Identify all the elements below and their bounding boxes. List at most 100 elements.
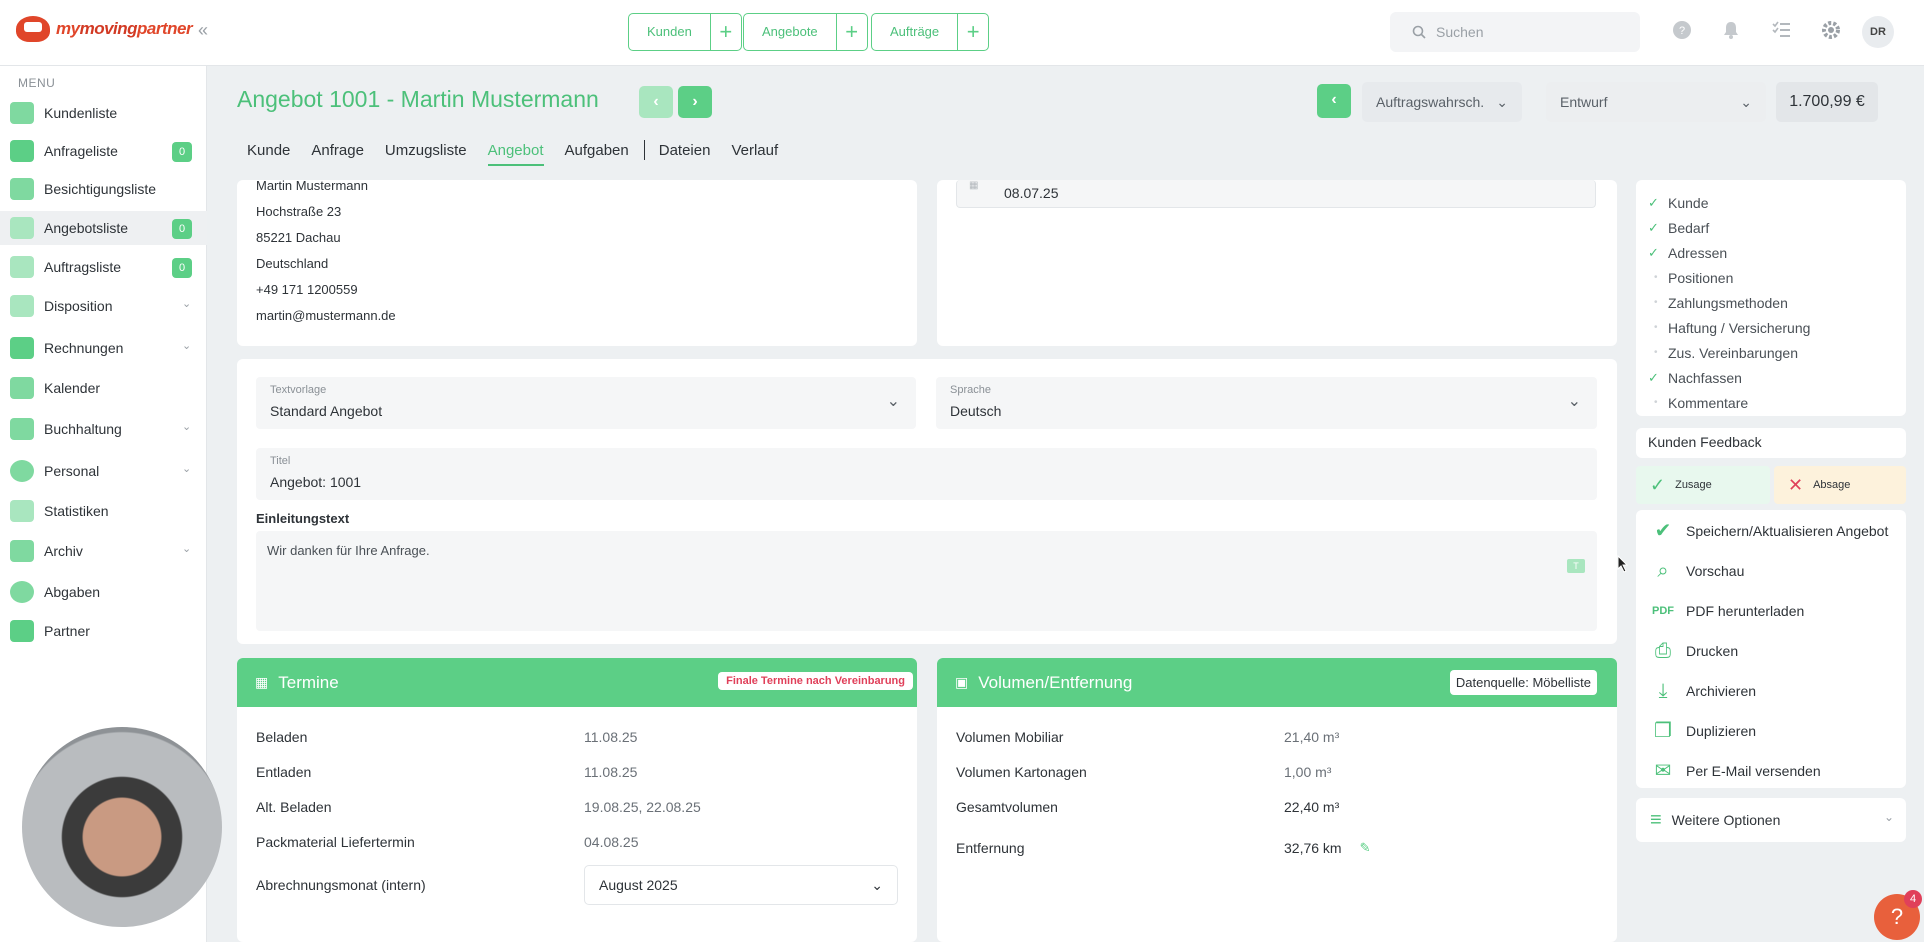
logo-mark-icon <box>16 16 50 42</box>
chevron-down-icon: ⌄ <box>1740 93 1752 110</box>
sidebar-item-personal[interactable]: Personal ⌄ <box>0 454 207 488</box>
dot-icon: • <box>1654 397 1658 408</box>
tab-verlauf[interactable]: Verlauf <box>731 140 778 166</box>
archive-button[interactable]: ⤓ Archivieren <box>1636 671 1906 711</box>
edit-pencil-icon[interactable]: ✎ <box>1360 840 1371 856</box>
checklist-item[interactable]: ✓ Kunde <box>1648 190 1906 215</box>
gear-icon[interactable] <box>1819 20 1843 44</box>
tasks-icon[interactable] <box>1769 20 1793 44</box>
volume-row: Gesamtvolumen 22,40 m³ <box>956 798 1340 815</box>
checklist-item[interactable]: ✓ Adressen <box>1648 240 1906 265</box>
data-source-button[interactable]: Datenquelle: Möbelliste <box>1449 670 1597 695</box>
tab-umzugsliste[interactable]: Umzugsliste <box>385 140 467 166</box>
reject-button[interactable]: ✕ Absage <box>1774 466 1906 504</box>
sidebar-item-angebotsliste[interactable]: Angebotsliste 0 <box>0 211 207 245</box>
probability-select[interactable]: Auftragswahrsch. ⌄ <box>1362 82 1522 122</box>
check-icon: ✓ <box>1650 474 1666 495</box>
sidebar-item-abgaben[interactable]: Abgaben <box>0 575 207 609</box>
next-button[interactable]: › <box>678 86 712 118</box>
nav-angebote-button[interactable]: Angebote <box>744 14 837 50</box>
nav-group-angebote: Angebote + <box>743 13 868 51</box>
checklist-item[interactable]: • Positionen <box>1648 265 1906 290</box>
nav-kunden-button[interactable]: Kunden <box>629 14 711 50</box>
accept-button[interactable]: ✓ Zusage <box>1636 466 1770 504</box>
checklist-item[interactable]: • Zahlungsmethoden <box>1648 290 1906 315</box>
customer-name: Martin Mustermann <box>256 180 368 193</box>
document-icon <box>10 217 34 239</box>
sidebar-item-auftragsliste[interactable]: Auftragsliste 0 <box>0 250 207 284</box>
brand-logo[interactable]: mymovingpartner <box>16 16 193 42</box>
intro-textarea[interactable]: Wir danken für Ihre Anfrage. T <box>256 531 1597 631</box>
add-auftrag-icon[interactable]: + <box>958 14 988 50</box>
sidebar-item-partner[interactable]: Partner <box>0 614 207 648</box>
calendar-icon <box>10 377 34 399</box>
bell-icon[interactable] <box>1719 20 1743 44</box>
billing-month-select[interactable]: August 2025 ⌄ <box>584 865 898 905</box>
tab-angebot[interactable]: Angebot <box>487 140 544 166</box>
customer-street: Hochstraße 23 <box>256 204 342 219</box>
duplicate-button[interactable]: ❐ Duplizieren <box>1636 711 1906 751</box>
print-button[interactable]: ⎙ Drucken <box>1636 631 1906 671</box>
check-icon: ✓ <box>1648 244 1659 260</box>
pdf-download-button[interactable]: PDF PDF herunterladen <box>1636 591 1906 631</box>
date-field[interactable]: ▦ 08.07.25 <box>956 180 1596 208</box>
sidebar-item-statistiken[interactable]: Statistiken <box>0 494 207 528</box>
intro-label: Einleitungstext <box>256 511 350 526</box>
template-select[interactable]: Textvorlage Standard Angebot ⌄ <box>256 377 916 429</box>
customer-address-card: Martin Mustermann Hochstraße 23 85221 Da… <box>237 180 917 346</box>
page-title: Angebot 1001 - Martin Mustermann <box>237 86 599 112</box>
send-email-button[interactable]: ✉ Per E-Mail versenden <box>1636 751 1906 791</box>
collapse-sidebar-icon[interactable]: « <box>198 20 208 41</box>
chevron-down-icon: ⌄ <box>182 463 192 475</box>
sidebar-item-besichtigungsliste[interactable]: Besichtigungsliste <box>0 172 207 206</box>
more-options-button[interactable]: ≡ Weitere Optionen ⌄ <box>1636 798 1906 842</box>
tab-kunde[interactable]: Kunde <box>247 140 290 166</box>
search-icon <box>1412 25 1426 39</box>
sidebar-item-anfrageliste[interactable]: Anfrageliste 0 <box>0 134 207 168</box>
volume-row: Volumen Mobiliar 21,40 m³ <box>956 728 1340 745</box>
customer-phone: +49 171 1200559 <box>256 282 358 297</box>
checklist-item[interactable]: ✓ Nachfassen <box>1648 365 1906 390</box>
user-avatar[interactable]: DR <box>1862 16 1894 48</box>
language-select[interactable]: Sprache Deutsch ⌄ <box>936 377 1597 429</box>
tab-aufgaben[interactable]: Aufgaben <box>565 140 629 166</box>
tab-dateien[interactable]: Dateien <box>659 140 711 166</box>
status-select[interactable]: Entwurf ⌄ <box>1546 82 1766 122</box>
archive-icon <box>10 540 34 562</box>
count-badge: 0 <box>172 219 192 239</box>
add-angebot-icon[interactable]: + <box>837 14 867 50</box>
duplicate-icon: ❐ <box>1654 720 1672 742</box>
dot-icon: • <box>1654 297 1658 308</box>
sidebar-item-kundenliste[interactable]: Kundenliste <box>0 96 207 130</box>
prev-button[interactable]: ‹ <box>639 86 673 118</box>
back-button[interactable]: ‹ <box>1317 84 1351 118</box>
help-icon[interactable]: ? <box>1670 20 1694 44</box>
network-icon <box>10 581 34 603</box>
add-kunde-icon[interactable]: + <box>711 14 741 50</box>
checklist-item[interactable]: • Kommentare <box>1648 390 1906 415</box>
save-offer-button[interactable]: ✔ Speichern/Aktualisieren Angebot <box>1636 511 1906 551</box>
sidebar-item-buchhaltung[interactable]: Buchhaltung ⌄ <box>0 412 207 446</box>
nav-group-auftraege: Aufträge + <box>871 13 990 51</box>
sidebar-item-disposition[interactable]: Disposition ⌄ <box>0 289 207 323</box>
search-input[interactable]: Suchen <box>1390 12 1640 52</box>
chevron-down-icon: ⌄ <box>182 543 192 555</box>
sidebar-item-archiv[interactable]: Archiv ⌄ <box>0 534 207 568</box>
tab-anfrage[interactable]: Anfrage <box>311 140 364 166</box>
sidebar-item-rechnungen[interactable]: Rechnungen ⌄ <box>0 331 207 365</box>
preview-button[interactable]: ⌕ Vorschau <box>1636 551 1906 591</box>
nav-auftraege-button[interactable]: Aufträge <box>872 14 959 50</box>
billing-month-row: Abrechnungsmonat (intern) August 2025 ⌄ <box>256 859 898 911</box>
dot-icon: • <box>1654 347 1658 358</box>
total-price: 1.700,99 € <box>1776 82 1878 122</box>
sidebar-item-kalender[interactable]: Kalender <box>0 371 207 405</box>
presenter-webcam <box>22 727 222 927</box>
volumen-header: ▣ Volumen/Entfernung Datenquelle: Möbell… <box>937 658 1617 707</box>
title-input[interactable]: Titel Angebot: 1001 <box>256 448 1597 500</box>
checklist-item[interactable]: • Zus. Vereinbarungen <box>1648 340 1906 365</box>
checklist-item[interactable]: • Haftung / Versicherung <box>1648 315 1906 340</box>
text-tool-icon[interactable]: T <box>1567 559 1585 573</box>
final-dates-badge: Finale Termine nach Vereinbarung <box>718 672 913 690</box>
help-count-badge: 4 <box>1904 890 1922 908</box>
checklist-item[interactable]: ✓ Bedarf <box>1648 215 1906 240</box>
